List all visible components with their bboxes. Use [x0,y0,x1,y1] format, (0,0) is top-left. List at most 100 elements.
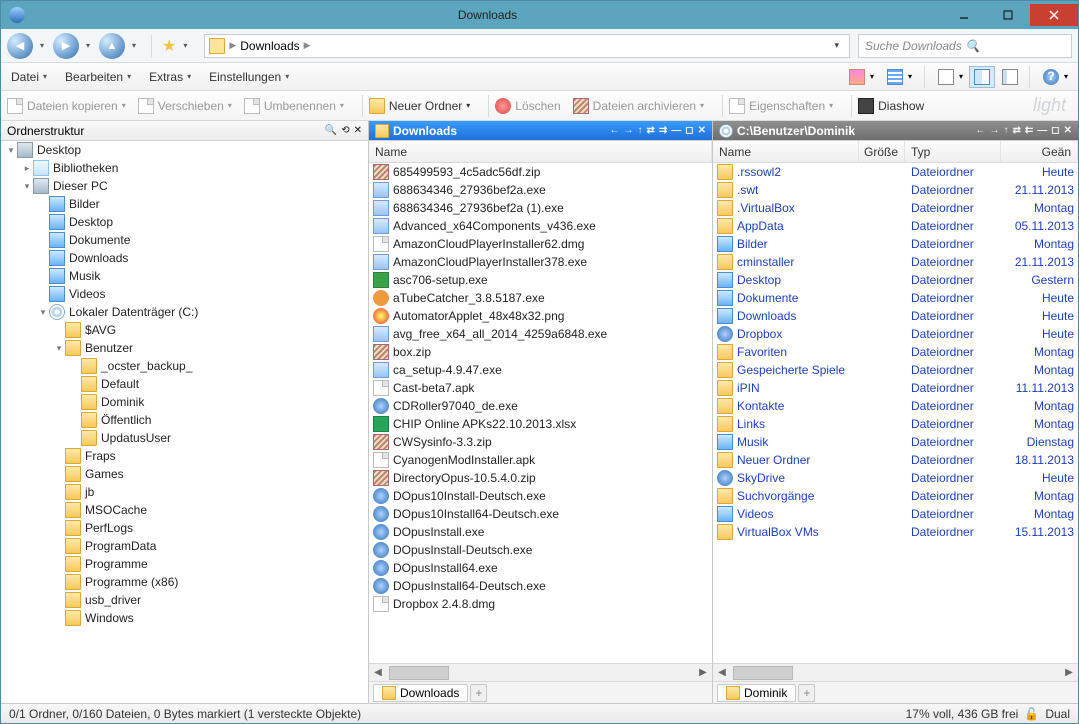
folder-row[interactable]: LinksDateiordnerMontag [713,415,1078,433]
swap-icon[interactable]: ⇄ [1013,125,1021,136]
downloads-columns[interactable]: Name [369,141,712,163]
nav-up-icon[interactable]: ↑ [638,125,643,136]
file-row[interactable]: CWSysinfo-3.3.zip [369,433,712,451]
file-row[interactable]: CDRoller97040_de.exe [369,397,712,415]
folder-row[interactable]: iPINDateiordner11.11.2013 [713,379,1078,397]
max-icon[interactable]: ◻ [1051,125,1059,136]
tab-add[interactable]: + [470,684,487,702]
folder-row[interactable]: SuchvorgängeDateiordnerMontag [713,487,1078,505]
collapse-icon[interactable]: ⟲ [341,125,349,136]
nav-back-icon[interactable]: ← [610,125,620,136]
tree-item[interactable]: UpdatusUser [1,429,368,447]
col-name[interactable]: Name [713,141,859,162]
tree-item[interactable]: Öffentlich [1,411,368,429]
user-columns[interactable]: Name Größe Typ Geän [713,141,1078,163]
tree-item[interactable]: ▾Dieser PC [1,177,368,195]
delete-button[interactable]: Löschen [495,98,560,114]
back-button[interactable]: ◀ [7,33,33,59]
folder-row[interactable]: Gespeicherte SpieleDateiordnerMontag [713,361,1078,379]
nav-up-icon[interactable]: ↑ [1004,125,1009,136]
file-row[interactable]: Cast-beta7.apk [369,379,712,397]
tree-item[interactable]: Games [1,465,368,483]
folder-row[interactable]: DokumenteDateiordnerHeute [713,289,1078,307]
tree-item[interactable]: Musik [1,267,368,285]
layout-single-button[interactable] [933,66,959,88]
folder-row[interactable]: BilderDateiordnerMontag [713,235,1078,253]
folder-row[interactable]: .rssowl2DateiordnerHeute [713,163,1078,181]
file-row[interactable]: ca_setup-4.9.47.exe [369,361,712,379]
close-pane-icon[interactable]: ✕ [698,125,706,136]
forward-dropdown[interactable]: ▾ [83,41,93,50]
folder-row[interactable]: .VirtualBoxDateiordnerMontag [713,199,1078,217]
folder-row[interactable]: KontakteDateiordnerMontag [713,397,1078,415]
search-box[interactable]: Suche Downloads 🔍 [858,34,1072,58]
file-row[interactable]: aTubeCatcher_3.8.5187.exe [369,289,712,307]
tab-downloads[interactable]: Downloads [373,684,468,702]
menu-edit[interactable]: Bearbeiten▾ [61,70,135,84]
maximize-button[interactable] [986,4,1030,26]
layout-dual-button[interactable] [969,66,995,88]
downloads-list[interactable]: 685499593_4c5adc56df.zip 688634346_27936b… [369,163,712,663]
folder-row[interactable]: Neuer OrdnerDateiordner18.11.2013 [713,451,1078,469]
file-row[interactable]: AmazonCloudPlayerInstaller62.dmg [369,235,712,253]
folder-row[interactable]: cminstallerDateiordner21.11.2013 [713,253,1078,271]
h-scrollbar[interactable]: ◀▶ [713,663,1078,681]
max-icon[interactable]: ◻ [685,125,693,136]
new-folder-button[interactable]: Neuer Ordner▾ [369,98,470,114]
nav-fwd-icon[interactable]: → [624,125,634,136]
folder-row[interactable]: AppDataDateiordner05.11.2013 [713,217,1078,235]
tree-item[interactable]: Fraps [1,447,368,465]
tab-add[interactable]: + [798,684,815,702]
tree-item[interactable]: Programme [1,555,368,573]
view-thumbnails-button[interactable] [844,66,870,88]
tree-item[interactable]: ProgramData [1,537,368,555]
file-row[interactable]: Advanced_x64Components_v436.exe [369,217,712,235]
search-icon[interactable]: 🔍 [965,39,1065,53]
tree-item[interactable]: Dokumente [1,231,368,249]
status-mode[interactable]: Dual [1045,707,1070,721]
favorites-icon[interactable]: ★ [162,36,176,56]
archive-button[interactable]: Dateien archivieren▾ [573,98,704,114]
copy-right-icon[interactable]: ⇉ [659,125,667,136]
file-row[interactable]: DOpusInstall64-Deutsch.exe [369,577,712,595]
col-size[interactable]: Größe [859,141,905,162]
file-row[interactable]: box.zip [369,343,712,361]
file-row[interactable]: CHIP Online APKs22.10.2013.xlsx [369,415,712,433]
menu-tools[interactable]: Extras▾ [145,70,195,84]
menu-file[interactable]: Datei▾ [7,70,51,84]
h-scrollbar[interactable]: ◀▶ [369,663,712,681]
menu-settings[interactable]: Einstellungen▾ [205,70,293,84]
min-icon[interactable]: — [671,125,681,136]
tree-item[interactable]: jb [1,483,368,501]
close-icon[interactable]: ✕ [354,125,362,136]
breadcrumb-item[interactable]: Downloads [236,39,303,53]
tree-item[interactable]: ▸Bibliotheken [1,159,368,177]
layout-tree-button[interactable] [997,66,1023,88]
file-row[interactable]: DOpusInstall-Deutsch.exe [369,541,712,559]
file-row[interactable]: 685499593_4c5adc56df.zip [369,163,712,181]
tree-item[interactable]: Programme (x86) [1,573,368,591]
file-row[interactable]: AmazonCloudPlayerInstaller378.exe [369,253,712,271]
folder-row[interactable]: VirtualBox VMsDateiordner15.11.2013 [713,523,1078,541]
file-row[interactable]: AutomatorApplet_48x48x32.png [369,307,712,325]
file-row[interactable]: DOpusInstall64.exe [369,559,712,577]
folder-row[interactable]: VideosDateiordnerMontag [713,505,1078,523]
file-row[interactable]: avg_free_x64_all_2014_4259a6848.exe [369,325,712,343]
tree-item[interactable]: MSOCache [1,501,368,519]
folder-row[interactable]: DesktopDateiordnerGestern [713,271,1078,289]
folder-row[interactable]: DropboxDateiordnerHeute [713,325,1078,343]
file-row[interactable]: 688634346_27936bef2a (1).exe [369,199,712,217]
file-row[interactable]: DOpus10Install-Deutsch.exe [369,487,712,505]
col-name[interactable]: Name [369,141,712,162]
tree-item[interactable]: Default [1,375,368,393]
tree-item[interactable]: ▾Desktop [1,141,368,159]
tab-dominik[interactable]: Dominik [717,684,796,702]
slideshow-button[interactable]: Diashow [858,98,924,114]
folder-row[interactable]: DownloadsDateiordnerHeute [713,307,1078,325]
tree-item[interactable]: usb_driver [1,591,368,609]
file-row[interactable]: asc706-setup.exe [369,271,712,289]
folder-row[interactable]: .swtDateiordner21.11.2013 [713,181,1078,199]
col-modified[interactable]: Geän [1001,141,1078,162]
nav-fwd-icon[interactable]: → [990,125,1000,136]
tree-item[interactable]: Bilder [1,195,368,213]
